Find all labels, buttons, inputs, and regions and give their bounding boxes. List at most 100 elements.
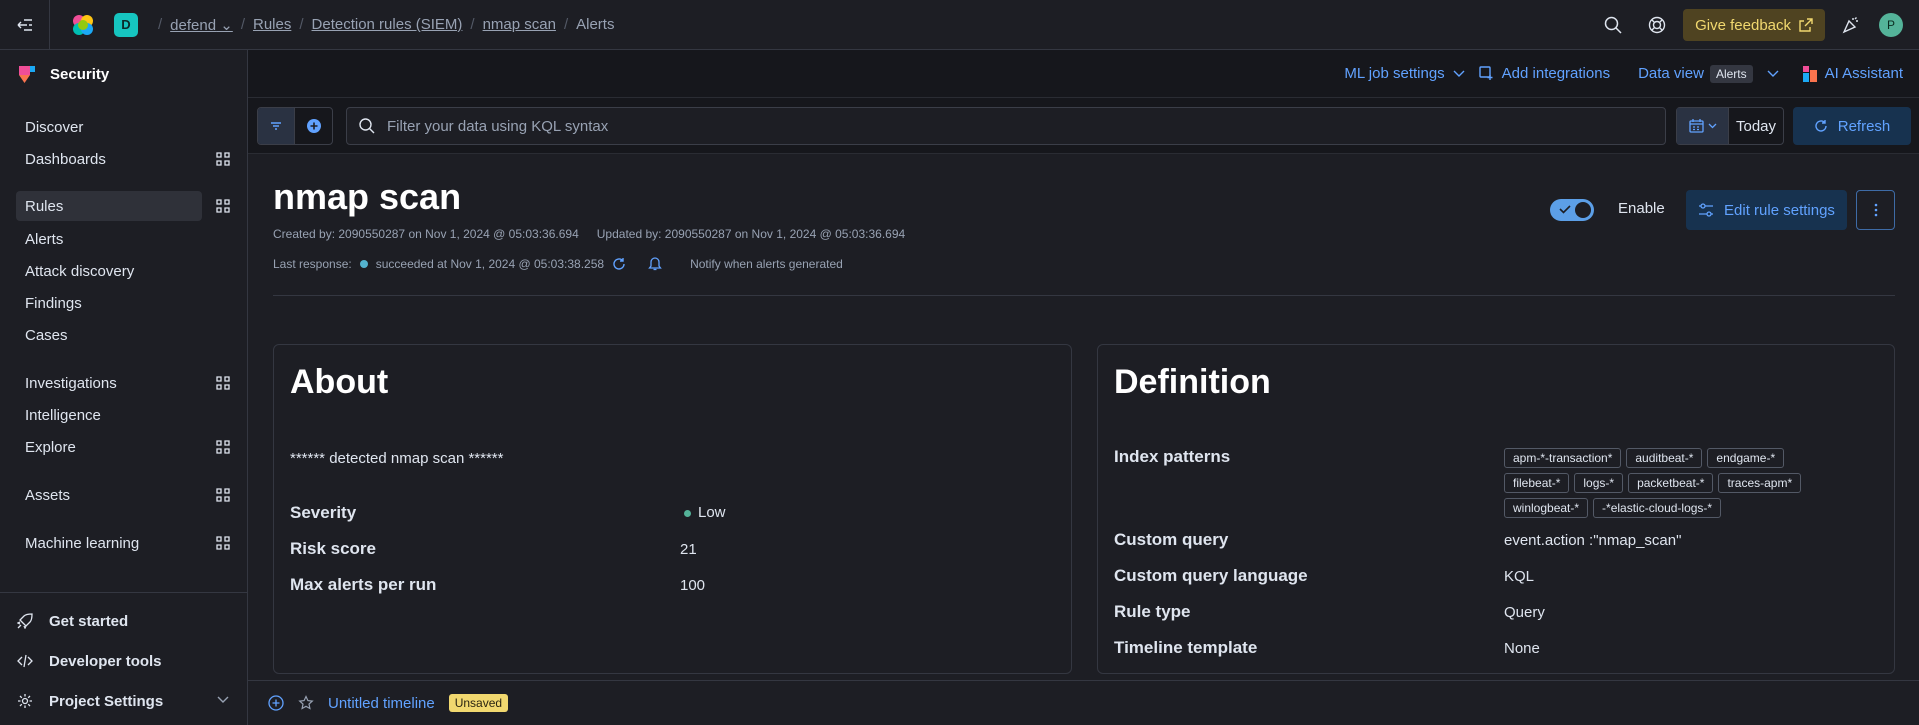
custom-query-value: event.action :"nmap_scan" [1504, 532, 1682, 549]
index-pattern-badge: -*elastic-cloud-logs-* [1593, 498, 1722, 518]
chevron-down-icon [217, 696, 229, 703]
add-integrations-button[interactable]: Add integrations [1478, 65, 1610, 82]
collapse-nav-button[interactable] [0, 0, 50, 50]
ml-job-settings-button[interactable]: ML job settings [1344, 65, 1465, 82]
solution-header[interactable]: Security [0, 50, 247, 98]
sidebar-item-machine-learning[interactable]: Machine learning [16, 528, 202, 558]
sidebar-item-investigations[interactable]: Investigations [16, 368, 202, 398]
space-avatar[interactable]: D [114, 12, 138, 37]
breadcrumb-detection-rules[interactable]: Detection rules (SIEM) [312, 16, 463, 33]
sidebar-project-settings[interactable]: Project Settings [0, 681, 248, 721]
data-view-label[interactable]: Data view [1638, 65, 1704, 82]
enable-toggle[interactable] [1550, 199, 1594, 221]
ai-assistant-button[interactable]: AI Assistant [1802, 65, 1903, 82]
edit-rule-settings-label: Edit rule settings [1724, 201, 1835, 219]
sidebar-item-discover[interactable]: Discover [16, 112, 202, 142]
chevron-down-icon [1453, 70, 1465, 77]
sidebar-item-cases[interactable]: Cases [16, 320, 202, 350]
timeline-title-link[interactable]: Untitled timeline [328, 695, 435, 712]
breadcrumb: / defend ⌄ / Rules / Detection rules (SI… [150, 16, 614, 34]
chevron-down-icon[interactable] [1767, 70, 1779, 78]
plus-circle-icon[interactable] [268, 695, 284, 711]
code-icon [17, 654, 33, 668]
data-view-badge[interactable]: Alerts [1709, 64, 1753, 83]
breadcrumb-separator: / [299, 16, 304, 33]
help-button[interactable] [1635, 0, 1679, 50]
security-logo-icon [19, 66, 35, 83]
grid-icon[interactable] [216, 440, 230, 454]
severity-label: Severity [290, 503, 357, 522]
give-feedback-label: Give feedback [1695, 16, 1791, 34]
rule-description: ****** detected nmap scan ****** [290, 450, 504, 467]
give-feedback-button[interactable]: Give feedback [1683, 9, 1825, 41]
more-actions-button[interactable] [1856, 190, 1895, 230]
grid-icon[interactable] [216, 199, 230, 213]
breadcrumb-rule-name[interactable]: nmap scan [483, 16, 556, 33]
sidebar-item-attack-discovery[interactable]: Attack discovery [16, 256, 202, 286]
user-avatar[interactable]: P [1879, 13, 1903, 37]
sidebar-item-explore[interactable]: Explore [16, 432, 202, 462]
grid-icon[interactable] [216, 376, 230, 390]
filter-icon [271, 122, 281, 130]
chevron-down-icon [1708, 123, 1716, 129]
index-pattern-badge: endgame-* [1707, 448, 1785, 468]
sidebar-get-started[interactable]: Get started [0, 601, 248, 641]
sidebar-item-dashboards[interactable]: Dashboards [16, 144, 202, 174]
risk-score-label: Risk score [290, 539, 376, 558]
elastic-logo[interactable] [58, 12, 108, 38]
bell-icon[interactable] [648, 256, 662, 271]
kebab-icon [1874, 203, 1877, 217]
unsaved-badge: Unsaved [448, 694, 509, 712]
filter-button-group [257, 107, 333, 145]
breadcrumb-current: Alerts [576, 16, 615, 33]
timeline-template-value: None [1504, 640, 1540, 657]
enable-label: Enable [1618, 200, 1665, 217]
ml-job-settings-label: ML job settings [1344, 65, 1445, 82]
last-response-value: succeeded at Nov 1, 2024 @ 05:03:38.258 [375, 256, 605, 271]
date-picker: Today [1676, 107, 1784, 145]
grid-icon[interactable] [216, 152, 230, 166]
filter-menu-button[interactable] [258, 108, 296, 144]
timeline-template-label: Timeline template [1114, 638, 1258, 657]
index-pattern-badge: winlogbeat-* [1504, 498, 1589, 518]
breadcrumb-separator: / [563, 16, 569, 33]
menu-collapse-icon [17, 18, 32, 31]
breadcrumb-rules[interactable]: Rules [253, 16, 291, 33]
updated-by-text: Updated by: 2090550287 on Nov 1, 2024 @ … [596, 227, 906, 241]
kql-search-input[interactable]: Filter your data using KQL syntax [346, 107, 1666, 145]
date-range-label[interactable]: Today [1729, 108, 1783, 144]
add-filter-button[interactable] [295, 108, 332, 144]
ai-assistant-label: AI Assistant [1824, 65, 1903, 82]
breadcrumb-separator: / [240, 16, 245, 33]
header-divider [273, 295, 1895, 296]
last-response-label: Last response: [273, 256, 352, 271]
breadcrumb-separator: / [470, 16, 475, 33]
grid-icon[interactable] [216, 536, 230, 550]
controls-icon [1699, 203, 1714, 217]
star-icon[interactable] [298, 695, 314, 711]
refresh-icon[interactable] [612, 257, 626, 271]
sidebar-developer-tools[interactable]: Developer tools [0, 641, 248, 681]
sidebar-item-assets[interactable]: Assets [16, 480, 202, 510]
index-pattern-badge: logs-* [1574, 473, 1624, 493]
search-icon [359, 118, 375, 134]
sidebar-item-label: Attack discovery [25, 262, 135, 280]
sidebar-item-intelligence[interactable]: Intelligence [16, 400, 202, 430]
timeline-bottom-bar: Untitled timeline Unsaved [248, 680, 1919, 725]
sidebar-item-alerts[interactable]: Alerts [16, 224, 202, 254]
query-bar: Filter your data using KQL syntax Today … [248, 98, 1919, 154]
quick-date-menu-button[interactable] [1677, 108, 1729, 144]
sidebar-item-rules[interactable]: Rules [16, 191, 202, 221]
grid-icon[interactable] [216, 488, 230, 502]
search-button[interactable] [1591, 0, 1635, 50]
external-link-icon [1799, 18, 1813, 32]
sidebar-bottom-label: Project Settings [49, 692, 164, 710]
breadcrumb-project[interactable]: defend ⌄ [170, 16, 233, 34]
sidebar-item-label: Intelligence [25, 406, 101, 424]
refresh-button[interactable]: Refresh [1793, 107, 1911, 145]
query-language-value: KQL [1504, 568, 1535, 585]
edit-rule-settings-button[interactable]: Edit rule settings [1686, 190, 1847, 230]
severity-text: Low [698, 504, 726, 521]
sidebar-item-findings[interactable]: Findings [16, 288, 202, 318]
news-feed-button[interactable] [1829, 0, 1873, 50]
